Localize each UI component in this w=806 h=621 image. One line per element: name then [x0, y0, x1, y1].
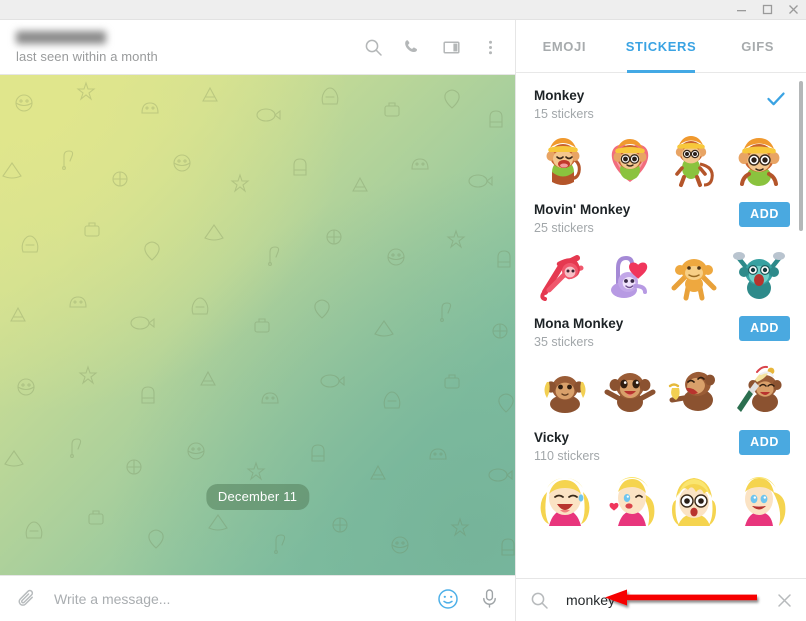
sticker-mona-bananas[interactable] — [534, 357, 597, 419]
pack-count: 25 stickers — [534, 221, 594, 235]
search-icon — [530, 591, 549, 610]
contact-status: last seen within a month — [16, 48, 158, 64]
pack-count: 15 stickers — [534, 107, 594, 121]
minimize-button[interactable] — [728, 0, 754, 20]
add-pack-button[interactable]: ADD — [739, 430, 790, 455]
close-icon[interactable] — [773, 589, 795, 611]
sticker-monkey-cap-heart[interactable] — [599, 129, 662, 191]
chat-header: last seen within a month — [0, 20, 515, 75]
chat-column: last seen within a month December 11 Wri… — [0, 20, 515, 621]
phone-icon[interactable] — [401, 36, 423, 58]
more-vertical-icon[interactable] — [479, 36, 501, 58]
sticker-pack-list[interactable]: Monkey 15 stickers Movin' Monkey 25 stic… — [516, 73, 806, 578]
pack-meta: Movin' Monkey 25 stickers — [534, 201, 739, 235]
sticker-monkey-cap-standing[interactable] — [663, 129, 726, 191]
sticker-monkey-teal-scream[interactable] — [728, 243, 791, 305]
sticker-pack: Vicky 110 stickers ADD — [534, 429, 790, 533]
pack-title: Vicky — [534, 430, 570, 445]
pack-header: Mona Monkey 35 stickers ADD — [534, 315, 790, 349]
chat-message-area: December 11 heya! I'm not sure about thi… — [0, 75, 515, 575]
pack-count: 110 stickers — [534, 449, 600, 463]
contact-name-redacted — [16, 30, 106, 44]
date-divider: December 11 — [205, 484, 310, 510]
pack-title: Monkey — [534, 88, 585, 103]
window-title-bar — [0, 0, 806, 20]
message-input[interactable] — [42, 590, 433, 607]
pack-header: Vicky 110 stickers ADD — [534, 429, 790, 463]
sticker-pack: Monkey 15 stickers — [534, 87, 790, 191]
pack-meta: Vicky 110 stickers — [534, 429, 739, 463]
pack-title: Mona Monkey — [534, 316, 624, 331]
checkmark-icon — [765, 88, 787, 115]
close-button[interactable] — [780, 0, 806, 20]
sticker-monkey-orange-shrug[interactable] — [663, 243, 726, 305]
paperclip-icon[interactable] — [12, 584, 42, 614]
pack-header: Movin' Monkey 25 stickers ADD — [534, 201, 790, 235]
split-panel-icon[interactable] — [440, 36, 462, 58]
sticker-monkey-cap-shocked[interactable] — [728, 129, 791, 191]
pack-count: 35 stickers — [534, 335, 594, 349]
sticker-mona-happy[interactable] — [599, 357, 662, 419]
pack-meta: Monkey 15 stickers — [534, 87, 765, 121]
pack-header: Monkey 15 stickers — [534, 87, 790, 121]
sticker-vicky-kiss[interactable] — [599, 471, 662, 533]
chat-header-actions — [362, 36, 501, 58]
sticker-vicky-shocked[interactable] — [663, 471, 726, 533]
add-pack-button[interactable]: ADD — [739, 316, 790, 341]
sticker-vicky-smiling[interactable] — [728, 471, 791, 533]
sticker-pack: Movin' Monkey 25 stickers ADD — [534, 201, 790, 305]
sticker-monkey-purple-heart[interactable] — [599, 243, 662, 305]
sticker-vicky-laughing[interactable] — [534, 471, 597, 533]
panel-tabs: EMOJI STICKERS GIFS — [516, 20, 806, 73]
sticker-panel: EMOJI STICKERS GIFS Monkey 15 stickers M… — [515, 20, 806, 621]
pack-meta: Mona Monkey 35 stickers — [534, 315, 739, 349]
chat-identity[interactable]: last seen within a month — [16, 30, 362, 64]
pack-preview-row — [534, 357, 790, 419]
pack-preview-row — [534, 243, 790, 305]
sticker-search-bar — [516, 578, 806, 621]
sticker-monkey-red-flip[interactable] — [534, 243, 597, 305]
panel-scrollbar[interactable] — [799, 81, 803, 231]
pack-preview-row — [534, 129, 790, 191]
tab-emoji[interactable]: EMOJI — [516, 20, 613, 72]
sticker-pack: Mona Monkey 35 stickers ADD — [534, 315, 790, 419]
message-composer — [0, 575, 515, 621]
maximize-button[interactable] — [754, 0, 780, 20]
add-pack-button[interactable]: ADD — [739, 202, 790, 227]
tab-stickers[interactable]: STICKERS — [613, 20, 710, 73]
tab-gifs[interactable]: GIFS — [709, 20, 806, 72]
pack-preview-row — [534, 471, 790, 533]
search-icon[interactable] — [362, 36, 384, 58]
sticker-monkey-cap-laughing[interactable] — [534, 129, 597, 191]
microphone-icon[interactable] — [477, 586, 501, 612]
sticker-mona-party[interactable] — [728, 357, 791, 419]
pack-title: Movin' Monkey — [534, 202, 631, 217]
sticker-search-input[interactable] — [549, 592, 773, 608]
telegram-desktop-window: last seen within a month December 11 Wri… — [0, 0, 806, 621]
sticker-mona-eating-banana[interactable] — [663, 357, 726, 419]
smiley-icon[interactable] — [433, 584, 463, 614]
